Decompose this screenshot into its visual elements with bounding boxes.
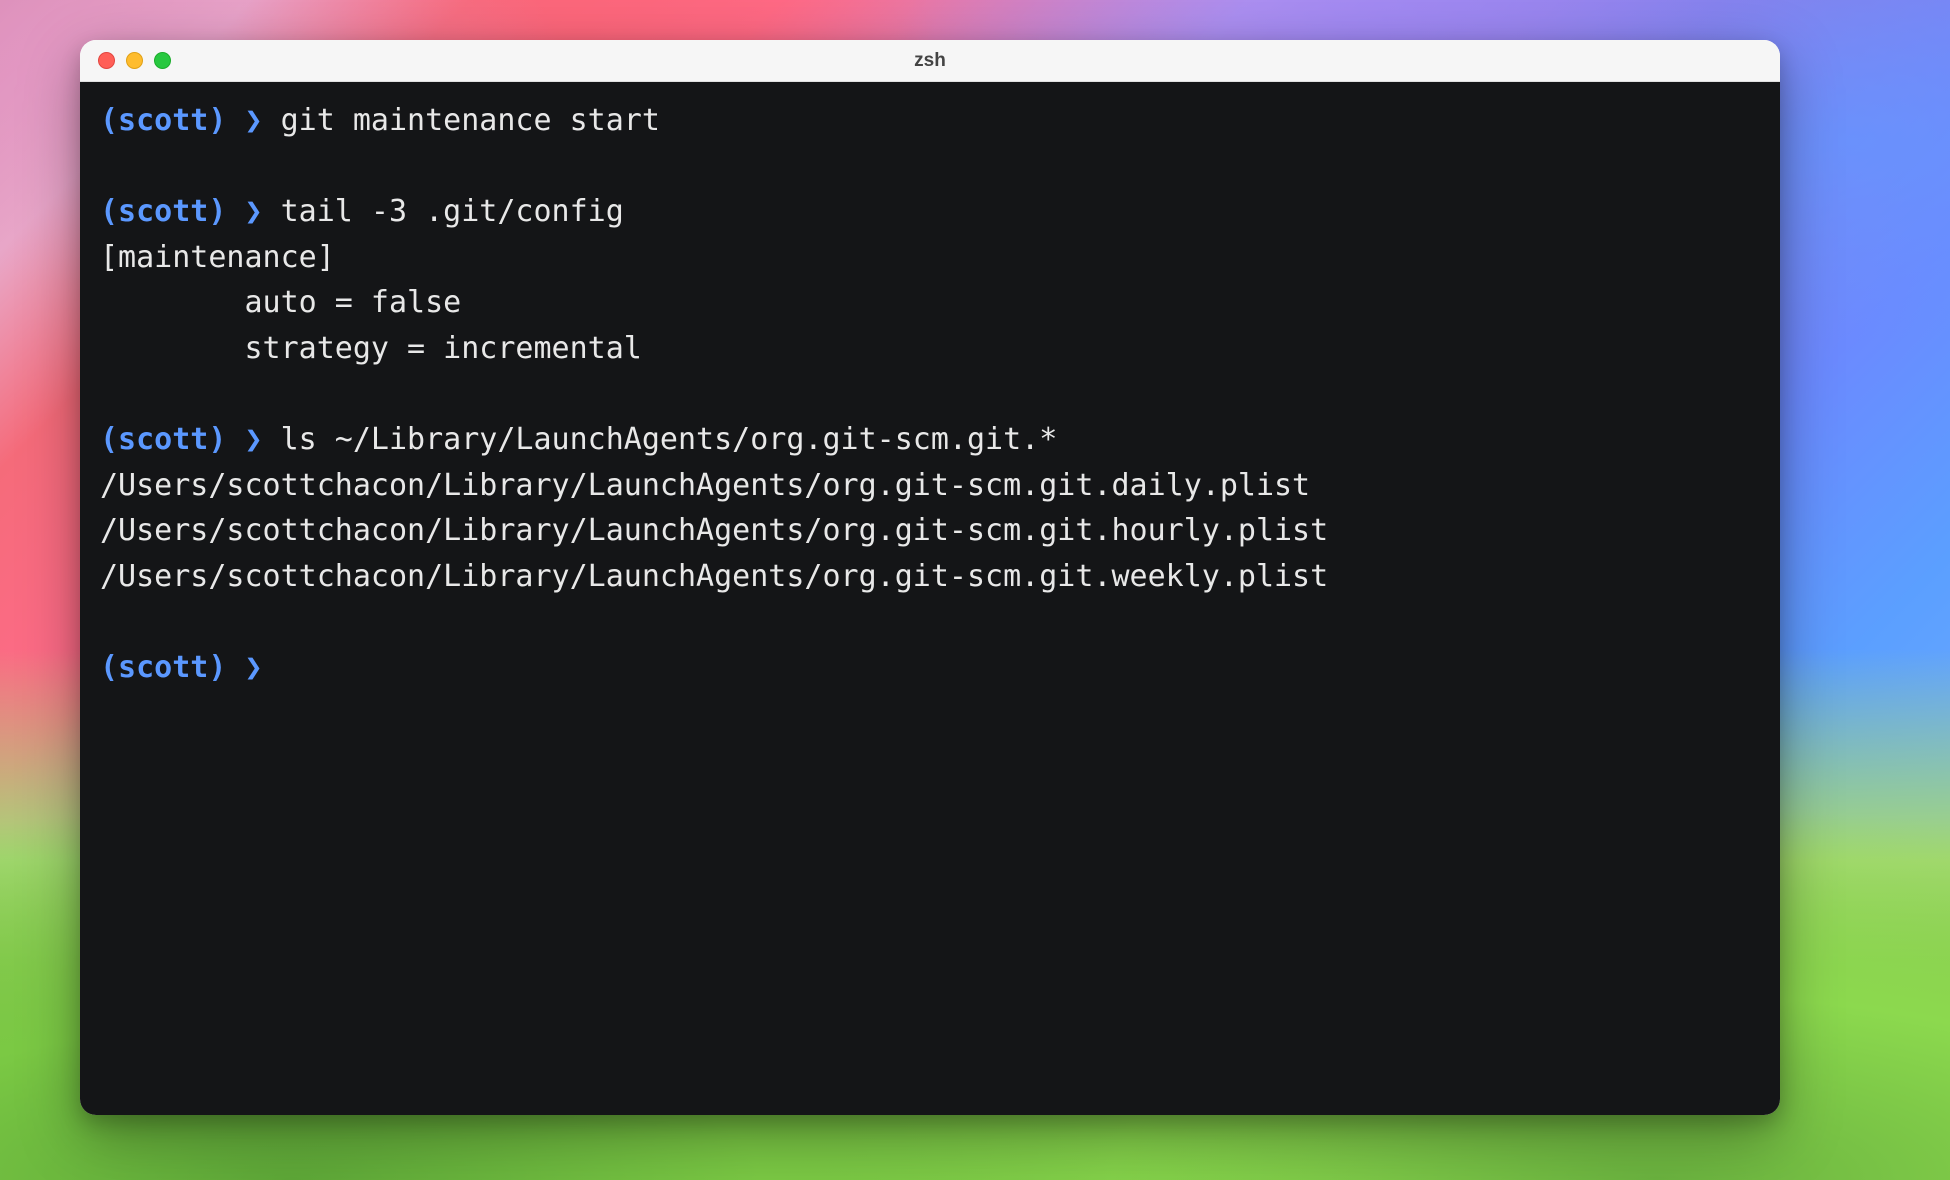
blank-line bbox=[100, 600, 1760, 646]
prompt-user: (scott) bbox=[100, 422, 226, 457]
prompt-arrow-icon: ❯ bbox=[245, 422, 263, 457]
traffic-lights bbox=[98, 52, 171, 69]
zoom-icon[interactable] bbox=[154, 52, 171, 69]
terminal-window: zsh (scott) ❯ git maintenance start (sco… bbox=[80, 40, 1780, 1115]
command-text: git maintenance start bbox=[281, 103, 660, 138]
prompt-user: (scott) bbox=[100, 194, 226, 229]
window-title: zsh bbox=[914, 50, 946, 72]
output-line: /Users/scottchacon/Library/LaunchAgents/… bbox=[100, 554, 1760, 600]
prompt-line: (scott) ❯ git maintenance start bbox=[100, 98, 1760, 144]
prompt-user: (scott) bbox=[100, 103, 226, 138]
prompt-line: (scott) ❯ tail -3 .git/config bbox=[100, 189, 1760, 235]
command-text: tail -3 .git/config bbox=[281, 194, 624, 229]
prompt-arrow-icon: ❯ bbox=[245, 194, 263, 229]
prompt-line: (scott) ❯ bbox=[100, 645, 1760, 691]
output-line: auto = false bbox=[100, 280, 1760, 326]
minimize-icon[interactable] bbox=[126, 52, 143, 69]
prompt-user: (scott) bbox=[100, 650, 226, 685]
blank-line bbox=[100, 372, 1760, 418]
prompt-arrow-icon: ❯ bbox=[245, 650, 263, 685]
output-line: /Users/scottchacon/Library/LaunchAgents/… bbox=[100, 508, 1760, 554]
close-icon[interactable] bbox=[98, 52, 115, 69]
prompt-arrow-icon: ❯ bbox=[245, 103, 263, 138]
title-bar[interactable]: zsh bbox=[80, 40, 1780, 82]
command-text: ls ~/Library/LaunchAgents/org.git-scm.gi… bbox=[281, 422, 1058, 457]
prompt-line: (scott) ❯ ls ~/Library/LaunchAgents/org.… bbox=[100, 417, 1760, 463]
output-line: strategy = incremental bbox=[100, 326, 1760, 372]
output-line: /Users/scottchacon/Library/LaunchAgents/… bbox=[100, 463, 1760, 509]
output-line: [maintenance] bbox=[100, 235, 1760, 281]
blank-line bbox=[100, 144, 1760, 190]
terminal-body[interactable]: (scott) ❯ git maintenance start (scott) … bbox=[80, 82, 1780, 1115]
